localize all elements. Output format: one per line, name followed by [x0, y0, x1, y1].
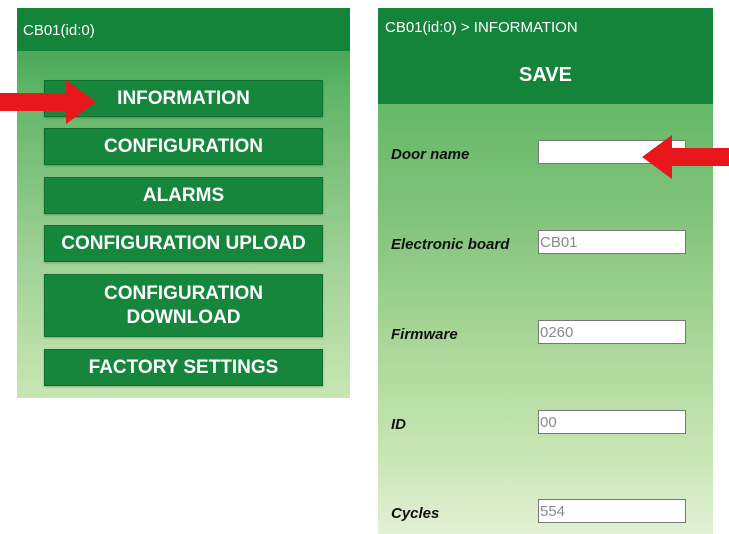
breadcrumb: CB01(id:0) > INFORMATION — [385, 19, 578, 36]
device-menu-screen: CB01(id:0) INFORMATION CONFIGURATION ALA… — [17, 8, 350, 398]
electronic-board-label: Electronic board — [391, 236, 510, 253]
door-name-label: Door name — [391, 146, 470, 163]
arrow-right-icon — [0, 80, 96, 124]
menu-title: CB01(id:0) — [23, 22, 95, 39]
cycles-label: Cycles — [391, 505, 440, 522]
composite-screenshot: CB01(id:0) INFORMATION CONFIGURATION ALA… — [0, 0, 729, 534]
configuration-download-button[interactable]: CONFIGURATION DOWNLOAD — [44, 274, 323, 337]
id-field — [538, 410, 686, 434]
save-button[interactable]: SAVE — [378, 64, 713, 94]
menu-header: CB01(id:0) — [17, 8, 350, 51]
alarms-button[interactable]: ALARMS — [44, 177, 323, 214]
factory-settings-button[interactable]: FACTORY SETTINGS — [44, 349, 323, 386]
arrow-left-icon — [642, 135, 729, 179]
configuration-upload-button[interactable]: CONFIGURATION UPLOAD — [44, 225, 323, 262]
information-screen: CB01(id:0) > INFORMATION SAVE Door name … — [378, 8, 713, 534]
information-header: CB01(id:0) > INFORMATION SAVE — [378, 8, 713, 104]
configuration-button[interactable]: CONFIGURATION — [44, 128, 323, 165]
firmware-field — [538, 320, 686, 344]
arrow-right-shape — [0, 80, 96, 124]
firmware-label: Firmware — [391, 326, 458, 343]
arrow-left-shape — [642, 135, 729, 179]
electronic-board-field — [538, 230, 686, 254]
cycles-field — [538, 499, 686, 523]
id-label: ID — [391, 416, 406, 433]
